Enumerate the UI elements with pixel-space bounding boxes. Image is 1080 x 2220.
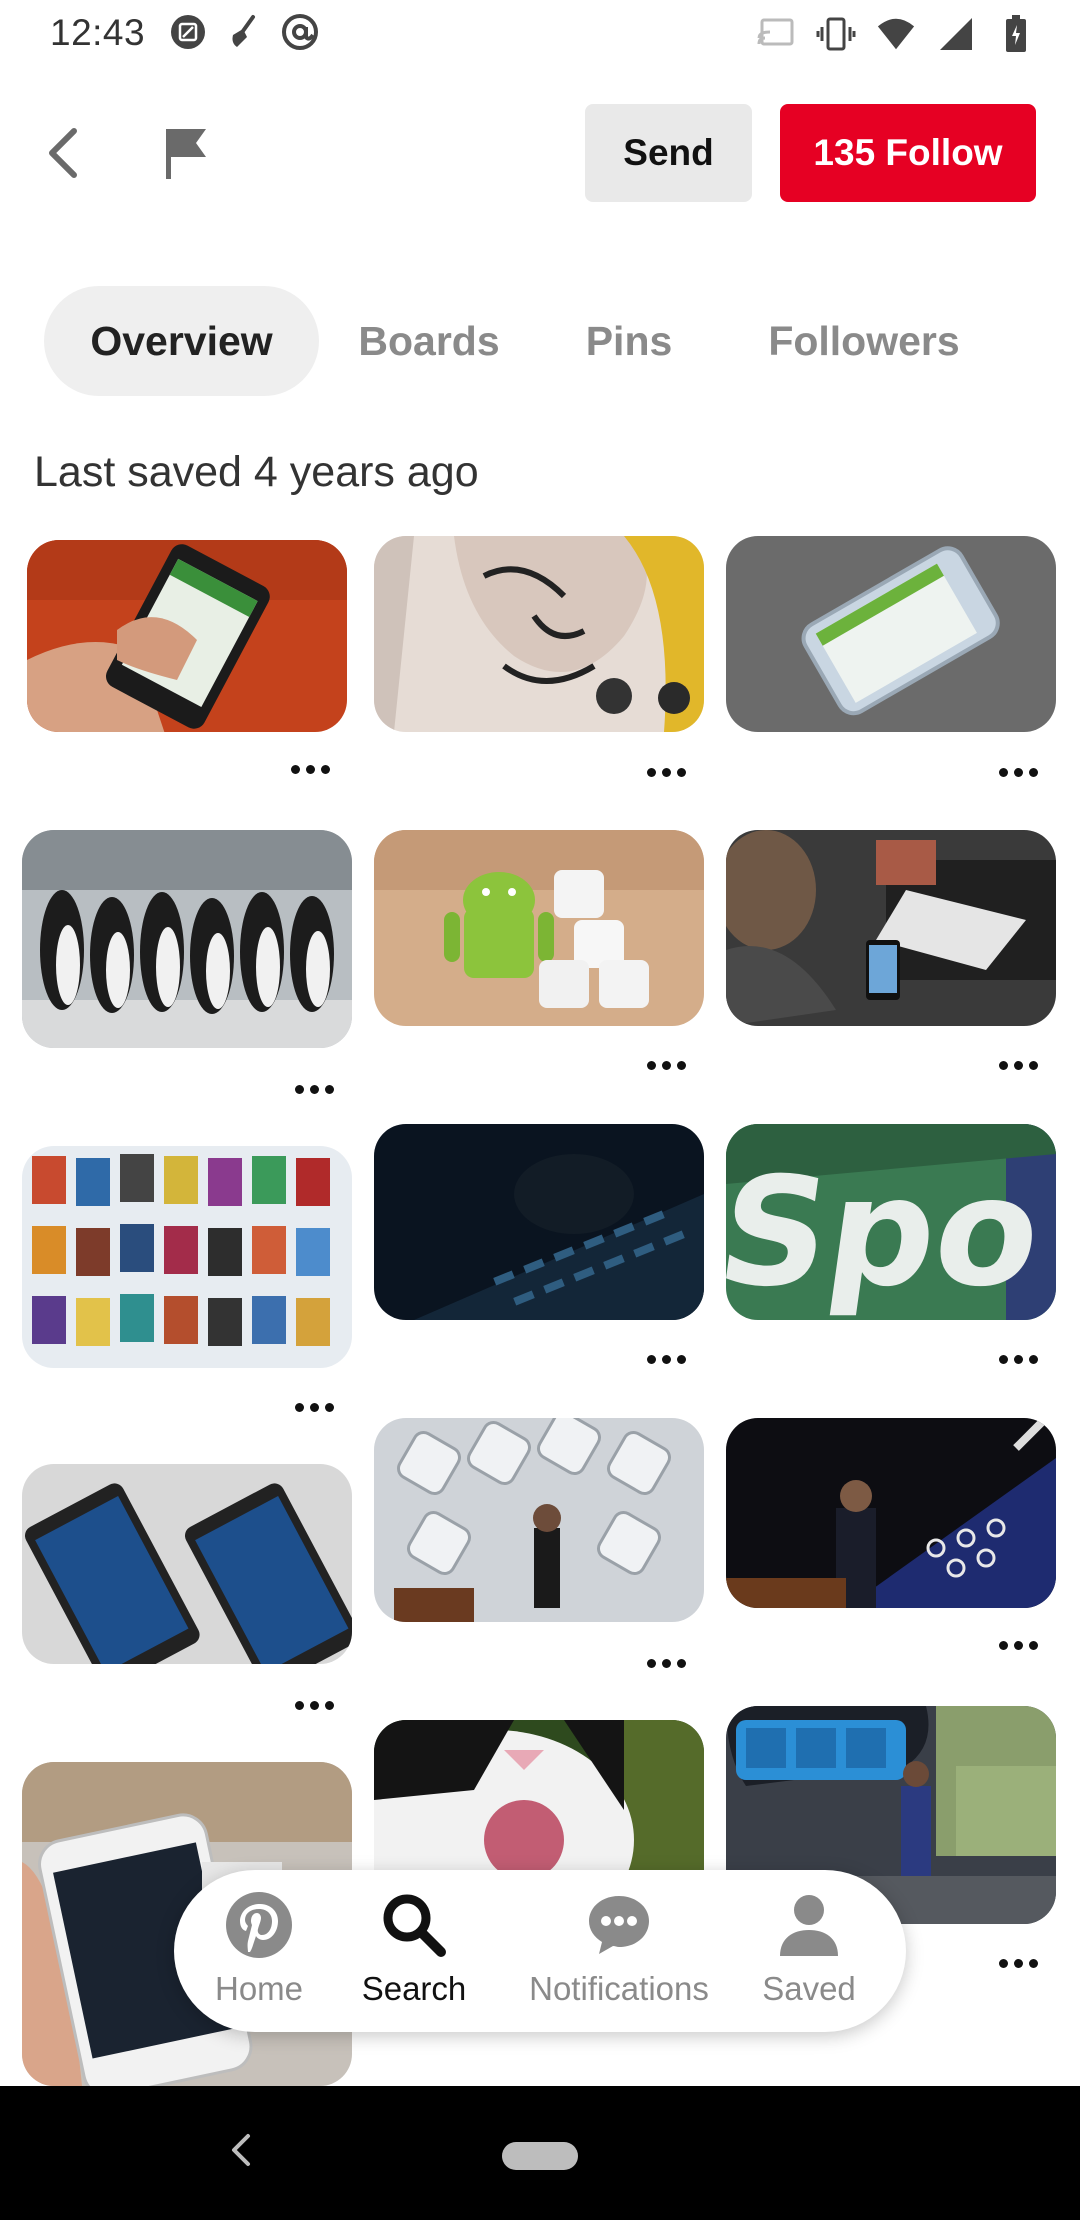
yawning-cat-image <box>374 1720 704 1880</box>
keyboard-presenter-image <box>374 1418 704 1622</box>
tab-overview[interactable]: Overview <box>44 286 319 396</box>
nav-home[interactable]: Home <box>200 1888 318 2018</box>
status-icons-left <box>168 12 320 52</box>
pin-image[interactable] <box>22 830 352 1048</box>
pin-image[interactable]: Spo <box>726 1124 1056 1320</box>
nav-saved-label: Saved <box>762 1970 856 2007</box>
system-back-button[interactable] <box>222 2130 262 2170</box>
at-sign-icon <box>280 12 320 52</box>
broom-icon <box>224 12 264 52</box>
nav-notifications[interactable]: Notifications <box>522 1888 716 2018</box>
lumia-phones-image <box>22 1464 352 1664</box>
system-navigation-bar <box>0 2086 1080 2220</box>
android-mural-image <box>374 536 704 732</box>
more-options-button[interactable] <box>992 1948 1044 1978</box>
back-button[interactable] <box>34 118 90 188</box>
status-time: 12:43 <box>50 12 146 53</box>
nav-notifications-label: Notifications <box>529 1970 709 2007</box>
more-options-button[interactable] <box>640 1344 692 1374</box>
android-marshmallow-image <box>374 830 704 1026</box>
more-options-button[interactable] <box>992 1630 1044 1660</box>
chevron-left-icon <box>49 128 77 178</box>
tab-boards[interactable]: Boards <box>344 286 514 396</box>
search-icon <box>377 1888 451 1962</box>
status-icons-right <box>756 14 1036 54</box>
more-options-button[interactable] <box>992 1050 1044 1080</box>
backlit-keyboard-image <box>374 1124 704 1320</box>
pin-image[interactable] <box>22 1464 352 1664</box>
pin-image[interactable] <box>726 1418 1056 1608</box>
screenshot-icon <box>168 12 208 52</box>
battery-icon <box>996 14 1036 54</box>
pin-image[interactable] <box>27 540 347 732</box>
follow-button[interactable]: 135 Follow <box>780 104 1036 202</box>
pin-image[interactable] <box>374 1720 704 1880</box>
more-options-button[interactable] <box>640 1050 692 1080</box>
more-options-button[interactable] <box>640 1648 692 1678</box>
chat-bubble-icon <box>582 1888 656 1962</box>
hand-holding-phone-image <box>27 540 347 732</box>
surface-presenter-image <box>726 1418 1056 1608</box>
section-title: Last saved 4 years ago <box>34 448 479 496</box>
pin-image[interactable] <box>374 1124 704 1320</box>
pin-image[interactable] <box>726 536 1056 732</box>
nav-saved[interactable]: Saved <box>754 1888 864 2018</box>
status-bar: 12:43 <box>0 0 1080 66</box>
pinterest-icon <box>222 1888 296 1962</box>
pin-image[interactable] <box>374 536 704 732</box>
person-using-phone-image <box>726 830 1056 1026</box>
more-options-button[interactable] <box>992 757 1044 787</box>
profile-tabs: Overview Boards Pins Followers <box>44 286 1044 396</box>
pin-image[interactable] <box>374 1418 704 1622</box>
more-options-button[interactable] <box>288 1690 340 1720</box>
chevron-left-icon <box>232 2134 250 2166</box>
cast-icon <box>756 14 796 54</box>
movie-store-image <box>22 1146 352 1368</box>
wifi-icon <box>876 14 916 54</box>
spotify-logo-image: Spo <box>726 1124 1056 1320</box>
penguins-image <box>22 830 352 1048</box>
nav-search-label: Search <box>361 1970 467 2007</box>
vibrate-icon <box>816 14 856 54</box>
pin-image[interactable] <box>726 830 1056 1026</box>
bottom-navigation: Home Search Notifications Saved <box>174 1870 906 2032</box>
home-pill-icon[interactable] <box>502 2142 578 2170</box>
nav-search[interactable]: Search <box>354 1888 474 2018</box>
pin-image[interactable] <box>374 830 704 1026</box>
person-icon <box>772 1888 846 1962</box>
tab-followers[interactable]: Followers <box>764 286 964 396</box>
more-options-button[interactable] <box>284 754 336 784</box>
report-button[interactable] <box>158 118 214 188</box>
tab-pins[interactable]: Pins <box>574 286 684 396</box>
more-options-button[interactable] <box>640 757 692 787</box>
signal-icon <box>936 14 976 54</box>
more-options-button[interactable] <box>288 1392 340 1422</box>
galaxy-phone-image <box>726 536 1056 732</box>
pin-image[interactable] <box>22 1146 352 1368</box>
flag-icon <box>166 129 206 179</box>
more-options-button[interactable] <box>992 1344 1044 1374</box>
send-button[interactable]: Send <box>585 104 752 202</box>
more-options-button[interactable] <box>288 1074 340 1104</box>
svg-text:Spo: Spo <box>726 1145 1052 1320</box>
nav-home-label: Home <box>214 1970 304 2007</box>
